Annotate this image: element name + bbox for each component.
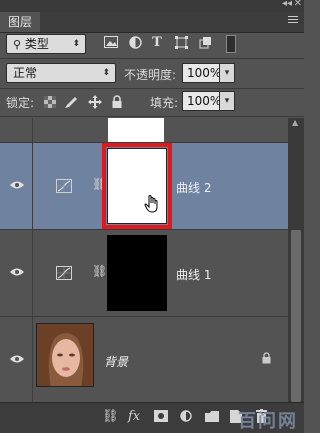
layer-row-background[interactable]: 背景 bbox=[0, 317, 288, 402]
eye-icon[interactable] bbox=[10, 181, 24, 189]
tab-layers[interactable]: 图层 bbox=[0, 12, 40, 32]
panel-title-strip: ◂◂ ✕ bbox=[0, 0, 304, 12]
curves-adjustment-icon[interactable] bbox=[56, 179, 72, 193]
fill-label: 填充: bbox=[150, 96, 179, 110]
visibility-separator bbox=[32, 317, 33, 402]
eye-icon[interactable] bbox=[10, 268, 24, 276]
blend-mode-value: 正常 bbox=[13, 66, 38, 80]
layer-name[interactable]: 曲线 2 bbox=[176, 179, 211, 196]
layer-name[interactable]: 曲线 1 bbox=[176, 266, 211, 283]
layer-row[interactable] bbox=[0, 118, 288, 143]
layer-row-curves-2[interactable]: ⛓ 曲线 2 bbox=[0, 143, 288, 230]
fill-dropdown-button[interactable]: ▾ bbox=[219, 91, 235, 111]
layers-scrollbar[interactable]: ▲ bbox=[288, 118, 304, 402]
chevron-down-icon: ⬍ bbox=[72, 39, 80, 49]
link-icon[interactable]: ⛓ bbox=[92, 264, 107, 278]
panel-menu-icon[interactable] bbox=[288, 16, 298, 26]
filter-toggle-icon[interactable] bbox=[226, 35, 236, 53]
watermark: 百问网 bbox=[238, 411, 298, 432]
smart-object-filter-icon[interactable] bbox=[198, 36, 212, 50]
lock-position-icon[interactable] bbox=[88, 95, 102, 109]
type-filter-icon[interactable]: T bbox=[150, 36, 164, 50]
adjustment-filter-icon[interactable] bbox=[128, 36, 142, 50]
new-group-icon[interactable] bbox=[205, 411, 219, 422]
new-adjustment-layer-icon[interactable] bbox=[180, 410, 192, 422]
lock-all-icon[interactable] bbox=[112, 95, 122, 108]
divider bbox=[0, 116, 304, 117]
layers-bottom-toolbar: ⛓ fx 百问网 bbox=[0, 402, 304, 433]
layer-row-curves-1[interactable]: ⛓ 曲线 1 bbox=[0, 230, 288, 317]
filter-kind-label: 类型 bbox=[24, 37, 49, 51]
lock-transparency-icon[interactable] bbox=[44, 96, 56, 108]
lock-icon bbox=[262, 352, 271, 364]
layers-list: ⛓ 曲线 2 ⛓ 曲线 1 背景 bbox=[0, 118, 288, 402]
visibility-separator bbox=[32, 143, 33, 229]
close-icon[interactable]: ✕ bbox=[294, 0, 302, 9]
scroll-thumb[interactable] bbox=[291, 230, 301, 402]
filter-kind-dropdown[interactable]: ⚲ 类型 ⬍ bbox=[6, 34, 86, 54]
scroll-up-icon[interactable]: ▲ bbox=[292, 118, 298, 127]
hand-cursor-icon bbox=[144, 195, 160, 213]
opacity-label: 不透明度: bbox=[124, 68, 177, 82]
eye-icon[interactable] bbox=[10, 355, 24, 363]
shape-filter-icon[interactable] bbox=[174, 36, 188, 50]
lock-label: 锁定: bbox=[6, 96, 35, 110]
curves-adjustment-icon[interactable] bbox=[56, 266, 72, 280]
chevron-down-icon: ⬍ bbox=[102, 68, 110, 78]
panel-tab-header: 图层 bbox=[0, 12, 304, 33]
add-mask-icon[interactable] bbox=[154, 410, 168, 422]
layer-thumbnail[interactable] bbox=[36, 323, 94, 387]
fx-button[interactable]: fx bbox=[128, 409, 140, 424]
collapse-icon[interactable]: ◂◂ bbox=[282, 0, 292, 9]
lock-pixels-icon[interactable] bbox=[64, 95, 78, 109]
image-filter-icon[interactable] bbox=[104, 36, 118, 50]
divider bbox=[0, 58, 304, 59]
visibility-separator bbox=[32, 118, 33, 142]
layer-mask-thumbnail[interactable] bbox=[108, 118, 164, 142]
link-layers-icon[interactable]: ⛓ bbox=[102, 409, 119, 424]
layer-name[interactable]: 背景 bbox=[104, 353, 128, 370]
layer-mask-thumbnail[interactable] bbox=[107, 235, 167, 311]
fill-input[interactable]: 100% bbox=[182, 91, 221, 111]
divider bbox=[0, 88, 304, 89]
opacity-dropdown-button[interactable]: ▾ bbox=[219, 63, 235, 83]
blend-mode-dropdown[interactable]: 正常 ⬍ bbox=[6, 63, 116, 83]
search-icon: ⚲ bbox=[13, 38, 22, 51]
opacity-input[interactable]: 100% bbox=[182, 63, 221, 83]
visibility-separator bbox=[32, 230, 33, 316]
